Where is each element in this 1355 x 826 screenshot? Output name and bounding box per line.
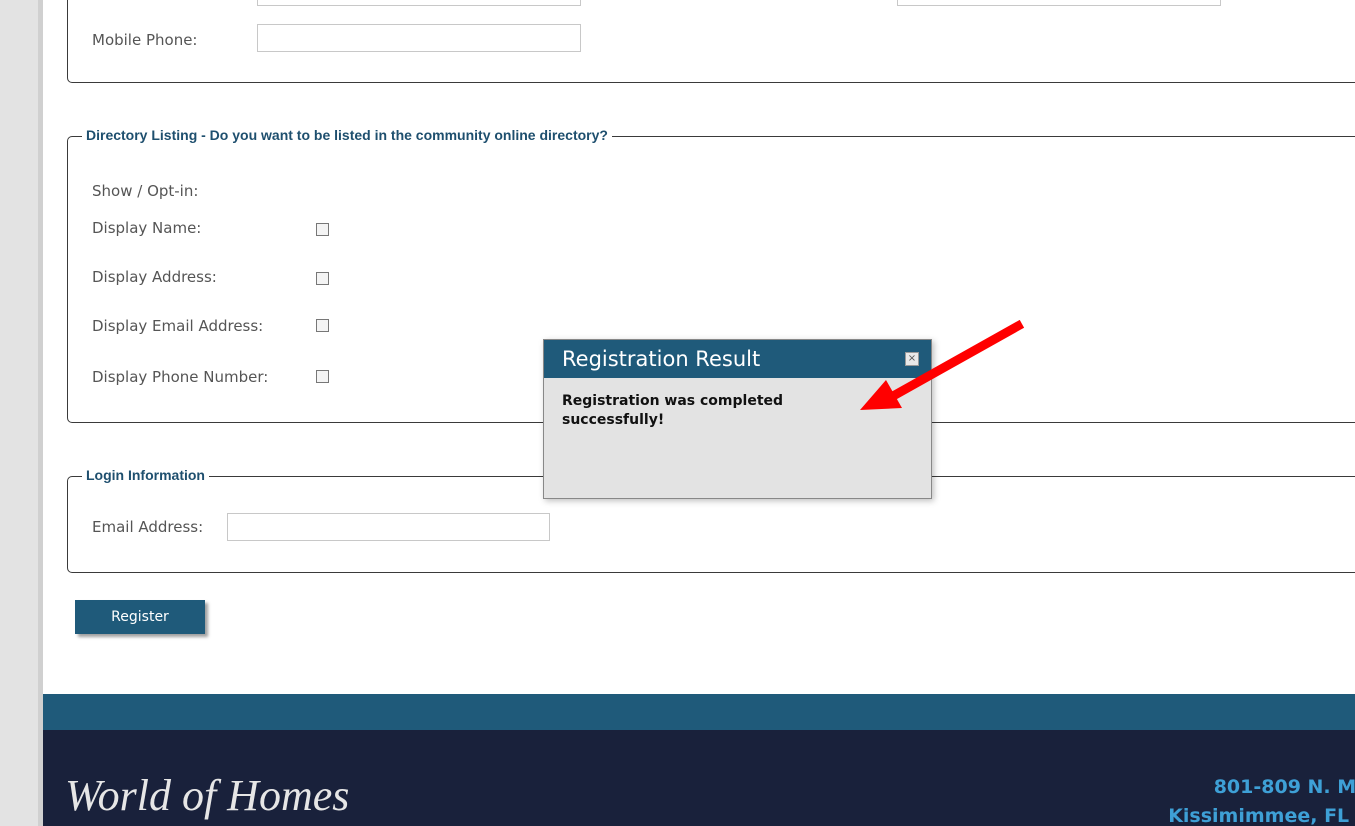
display-email-checkbox[interactable] xyxy=(316,319,329,332)
display-address-label: Display Address: xyxy=(92,268,217,286)
email-address-input[interactable] xyxy=(227,513,550,541)
login-information-legend: Login Information xyxy=(82,467,209,483)
mobile-phone-input[interactable] xyxy=(257,24,581,52)
show-optin-label: Show / Opt-in: xyxy=(92,182,199,200)
display-name-checkbox[interactable] xyxy=(316,223,329,236)
annotation-arrow-icon xyxy=(860,320,1025,410)
footer-address-line1: 801-809 N. Ma xyxy=(1213,776,1355,798)
dialog-message: Registration was completed successfully! xyxy=(562,393,784,428)
email-address-label: Email Address: xyxy=(92,518,204,536)
display-address-checkbox[interactable] xyxy=(316,272,329,285)
register-button[interactable]: Register xyxy=(75,600,205,634)
display-phone-checkbox[interactable] xyxy=(316,370,329,383)
display-phone-label: Display Phone Number: xyxy=(92,368,269,386)
display-email-label: Display Email Address: xyxy=(92,317,264,335)
footer-address-line2: Kissimimmee, FL 3 xyxy=(1168,805,1355,826)
left-rail xyxy=(0,0,38,826)
footer: World of Homes 801-809 N. Ma Kissimimmee… xyxy=(43,730,1355,826)
display-name-label: Display Name: xyxy=(92,219,202,237)
dialog-title: Registration Result xyxy=(562,347,761,371)
mobile-phone-label: Mobile Phone: xyxy=(92,31,198,49)
directory-listing-legend: Directory Listing - Do you want to be li… xyxy=(82,127,612,143)
footer-accent-band xyxy=(43,694,1355,730)
brand-logo-text[interactable]: World of Homes xyxy=(65,770,349,821)
